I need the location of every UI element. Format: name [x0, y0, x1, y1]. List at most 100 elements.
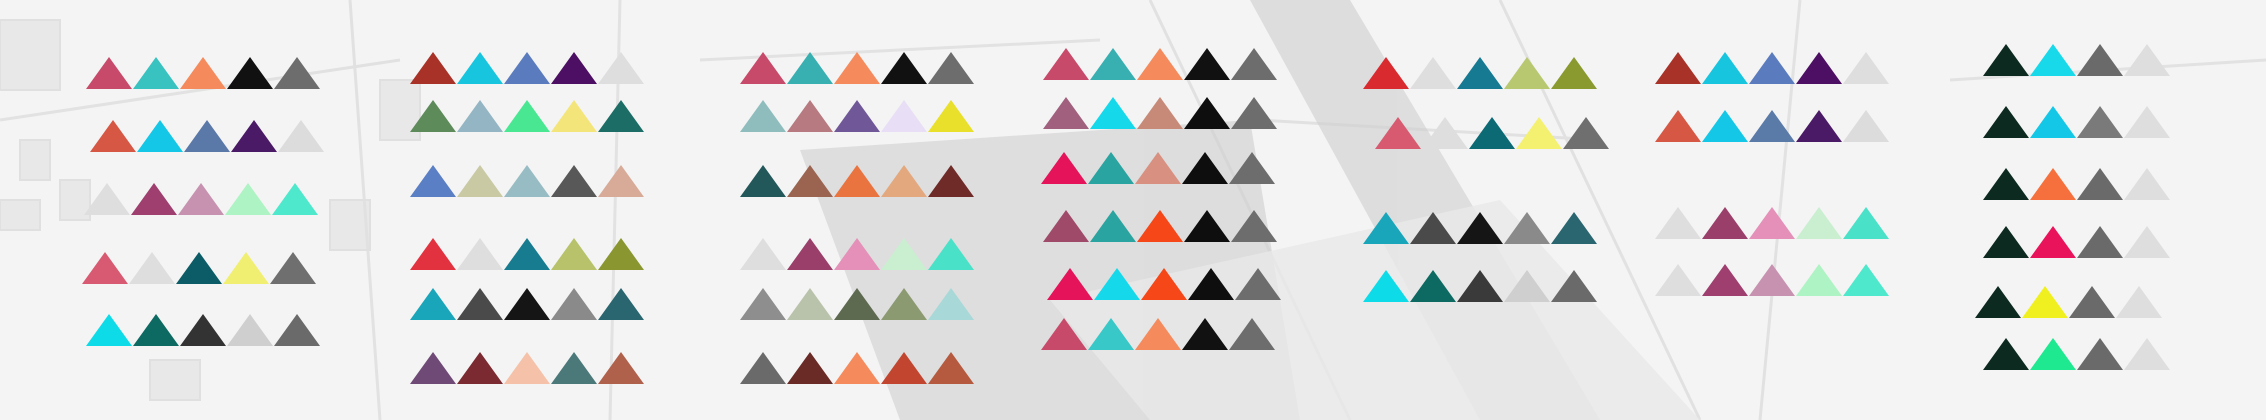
- palette-row[interactable]: [1363, 55, 1597, 89]
- palette-swatch-triangle: [1090, 97, 1136, 129]
- palette-swatch-triangle: [1043, 48, 1089, 80]
- palette-swatch-triangle: [137, 120, 183, 152]
- palette-row[interactable]: [1043, 208, 1277, 242]
- palette-swatch-triangle: [1375, 117, 1421, 149]
- palette-swatch-triangle: [1975, 286, 2021, 318]
- palette-row[interactable]: [740, 163, 974, 197]
- palette-swatch-triangle: [1843, 264, 1889, 296]
- palette-swatch-triangle: [1043, 210, 1089, 242]
- palette-row[interactable]: [410, 163, 644, 197]
- palette-row[interactable]: [740, 236, 974, 270]
- palette-swatch-triangle: [1504, 270, 1550, 302]
- palette-row[interactable]: [740, 98, 974, 132]
- palette-swatch-triangle: [504, 52, 550, 84]
- palette-swatch-triangle: [1796, 264, 1842, 296]
- palette-swatch-triangle: [1843, 110, 1889, 142]
- palette-swatch-triangle: [1843, 52, 1889, 84]
- palette-swatch-triangle: [787, 165, 833, 197]
- palette-swatch-triangle: [1551, 270, 1597, 302]
- palette-row[interactable]: [1655, 262, 1889, 296]
- palette-swatch-triangle: [2124, 168, 2170, 200]
- palette-swatch-triangle: [881, 52, 927, 84]
- palette-swatch-triangle: [1363, 57, 1409, 89]
- palette-row[interactable]: [1041, 316, 1275, 350]
- palette-row[interactable]: [1041, 150, 1275, 184]
- palette-swatch-triangle: [2077, 338, 2123, 370]
- palette-row[interactable]: [410, 350, 644, 384]
- palette-row[interactable]: [410, 286, 644, 320]
- palette-row[interactable]: [86, 312, 320, 346]
- palette-swatch-triangle: [1135, 152, 1181, 184]
- palette-swatch-triangle: [2030, 338, 2076, 370]
- palette-row[interactable]: [1975, 284, 2162, 318]
- palette-swatch-triangle: [1749, 207, 1795, 239]
- palette-swatch-triangle: [1229, 152, 1275, 184]
- palette-row[interactable]: [1363, 268, 1597, 302]
- palette-row[interactable]: [410, 98, 644, 132]
- palette-row[interactable]: [740, 50, 974, 84]
- palette-swatch-triangle: [1184, 97, 1230, 129]
- palette-row[interactable]: [82, 250, 316, 284]
- palette-swatch-triangle: [1088, 152, 1134, 184]
- palette-swatch-triangle: [227, 314, 273, 346]
- palette-swatch-triangle: [1457, 270, 1503, 302]
- palette-row[interactable]: [1043, 95, 1277, 129]
- palette-row[interactable]: [1363, 210, 1597, 244]
- palette-row[interactable]: [1655, 108, 1889, 142]
- palette-row[interactable]: [90, 118, 324, 152]
- palette-swatch-triangle: [1516, 117, 1562, 149]
- palette-row[interactable]: [1047, 266, 1281, 300]
- palette-swatch-triangle: [787, 238, 833, 270]
- palette-swatch-triangle: [1363, 212, 1409, 244]
- palette-row[interactable]: [740, 286, 974, 320]
- palette-swatch-triangle: [272, 183, 318, 215]
- palette-swatch-triangle: [551, 288, 597, 320]
- palette-row[interactable]: [1655, 50, 1889, 84]
- palette-row[interactable]: [410, 50, 644, 84]
- palette-swatch-triangle: [1504, 57, 1550, 89]
- palette-row[interactable]: [1043, 46, 1277, 80]
- palette-swatch-triangle: [180, 314, 226, 346]
- palette-swatch-triangle: [504, 165, 550, 197]
- palette-swatch-triangle: [184, 120, 230, 152]
- palette-swatch-triangle: [928, 100, 974, 132]
- palette-swatch-triangle: [1231, 97, 1277, 129]
- palette-row[interactable]: [1983, 166, 2170, 200]
- palette-swatch-triangle: [740, 288, 786, 320]
- palette-row[interactable]: [410, 236, 644, 270]
- palette-row[interactable]: [1983, 336, 2170, 370]
- palette-swatch-triangle: [881, 288, 927, 320]
- palette-swatch-triangle: [1363, 270, 1409, 302]
- palette-row[interactable]: [1983, 104, 2170, 138]
- palette-swatch-triangle: [1983, 168, 2029, 200]
- palette-swatch-triangle: [928, 52, 974, 84]
- palette-row[interactable]: [1655, 205, 1889, 239]
- palette-row[interactable]: [1983, 224, 2170, 258]
- palette-swatch-triangle: [504, 352, 550, 384]
- palette-swatch-triangle: [1457, 57, 1503, 89]
- palette-row[interactable]: [1983, 42, 2170, 76]
- palette-swatch-triangle: [457, 288, 503, 320]
- palette-swatch-triangle: [178, 183, 224, 215]
- palette-swatch-triangle: [223, 252, 269, 284]
- palette-swatch-triangle: [1041, 152, 1087, 184]
- palette-swatch-triangle: [457, 100, 503, 132]
- palette-swatch-triangle: [227, 57, 273, 89]
- palette-swatch-triangle: [1229, 318, 1275, 350]
- palette-swatch-triangle: [131, 183, 177, 215]
- palette-row[interactable]: [84, 181, 318, 215]
- palette-swatch-triangle: [1137, 210, 1183, 242]
- palette-swatch-triangle: [2077, 226, 2123, 258]
- palette-swatch-triangle: [551, 100, 597, 132]
- palette-row[interactable]: [1375, 115, 1609, 149]
- palette-swatch-triangle: [457, 165, 503, 197]
- palette-swatch-triangle: [787, 352, 833, 384]
- palette-swatch-triangle: [834, 52, 880, 84]
- palette-row[interactable]: [86, 55, 320, 89]
- palette-swatch-triangle: [2030, 168, 2076, 200]
- palette-row[interactable]: [740, 350, 974, 384]
- palette-swatch-triangle: [1702, 52, 1748, 84]
- palette-swatch-triangle: [2124, 44, 2170, 76]
- palette-swatch-triangle: [133, 57, 179, 89]
- palette-swatch-triangle: [928, 165, 974, 197]
